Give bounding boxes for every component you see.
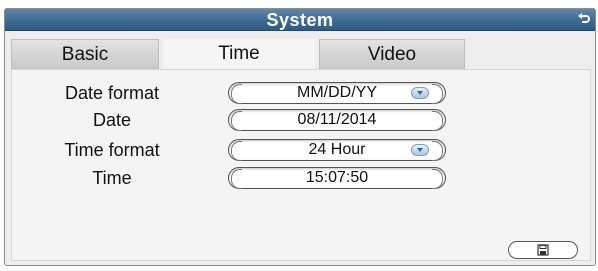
chevron-down-icon[interactable]	[411, 87, 429, 99]
date-format-row: Date format MM/DD/YY	[12, 80, 590, 106]
date-value: 08/11/2014	[297, 111, 377, 128]
tab-bar: Basic Time Video	[11, 39, 591, 69]
date-row: Date 08/11/2014	[12, 107, 590, 133]
tab-basic[interactable]: Basic	[11, 39, 159, 69]
tab-time[interactable]: Time	[163, 39, 315, 69]
date-label: Date	[92, 110, 132, 130]
floppy-disk-icon	[537, 244, 549, 256]
time-format-label: Time format	[64, 140, 160, 160]
window-title: System	[266, 10, 334, 30]
tab-video[interactable]: Video	[319, 39, 465, 69]
chevron-down-icon[interactable]	[411, 144, 429, 156]
time-value: 15:07:50	[305, 169, 369, 186]
time-format-row: Time format 24 Hour	[12, 137, 590, 163]
time-format-select[interactable]: 24 Hour	[228, 139, 446, 161]
top-strip	[0, 0, 598, 8]
time-row: Time 15:07:50	[12, 165, 590, 191]
date-format-label: Date format	[64, 83, 160, 103]
time-input[interactable]: 15:07:50	[228, 167, 446, 189]
save-button[interactable]	[508, 241, 578, 259]
date-input[interactable]: 08/11/2014	[228, 109, 446, 131]
system-dialog: System Basic Time Video Date format MM/D…	[4, 8, 596, 266]
time-label: Time	[92, 168, 132, 188]
return-arrow-icon[interactable]	[577, 12, 591, 26]
time-settings-panel: Date format MM/DD/YY Date 08/11/2014 Tim…	[11, 69, 591, 261]
date-format-select[interactable]: MM/DD/YY	[228, 82, 446, 104]
title-bar: System	[5, 9, 595, 31]
